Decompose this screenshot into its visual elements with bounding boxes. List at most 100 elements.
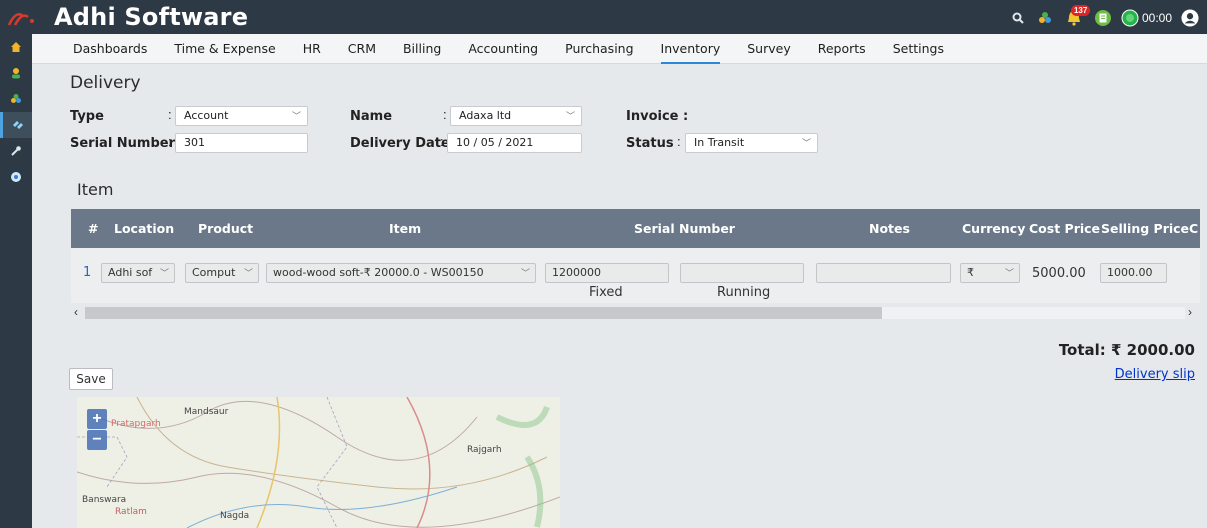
home-icon[interactable] <box>0 34 32 60</box>
user-icon[interactable] <box>0 60 32 86</box>
status-label: Status <box>626 136 674 151</box>
total-amount: Total: ₹ 2000.00 <box>1058 341 1195 359</box>
map-label: Rajgarh <box>467 445 502 455</box>
notification-bell-icon[interactable]: 137 <box>1063 5 1091 27</box>
zoom-in-button[interactable]: + <box>87 409 107 429</box>
top-bar: Adhi Software 137 00:00 <box>0 0 1207 34</box>
map-view[interactable]: + − Mandsaur Pratapgarh Rajgarh Banswara… <box>77 397 560 528</box>
nav-billing[interactable]: Billing <box>403 34 441 64</box>
name-select[interactable]: Adaxa ltd ﹀ <box>450 106 582 126</box>
brand-logo-icon <box>7 13 34 26</box>
status-select[interactable]: In Transit ﹀ <box>685 133 818 153</box>
nav-hr[interactable]: HR <box>303 34 321 64</box>
location-value: Adhi sof <box>108 266 153 279</box>
selling-price-input[interactable]: 1000.00 <box>1100 263 1167 283</box>
serial-running-input[interactable] <box>680 263 804 283</box>
currency-select[interactable]: ₹ ﹀ <box>960 263 1020 283</box>
nav-time-expense[interactable]: Time & Expense <box>174 34 275 64</box>
delivery-slip-link[interactable]: Delivery slip <box>1115 367 1195 382</box>
scroll-thumb[interactable] <box>85 307 882 319</box>
timer-icon <box>1121 9 1139 27</box>
col-header-location: Location <box>114 221 175 236</box>
item-section-title: Item <box>77 180 114 199</box>
map-label: Nagda <box>220 511 250 521</box>
col-header-product: Product <box>198 221 254 236</box>
nav-purchasing[interactable]: Purchasing <box>565 34 633 64</box>
map-label: Mandsaur <box>184 407 229 417</box>
invoice-label: Invoice : <box>626 109 689 124</box>
item-select[interactable]: wood-wood soft-₹ 20000.0 - WS00150 ﹀ <box>266 263 536 283</box>
type-select[interactable]: Account ﹀ <box>175 106 308 126</box>
nav-dashboards[interactable]: Dashboards <box>73 34 147 64</box>
col-header-serial-number: Serial Number <box>634 221 735 236</box>
colon: : <box>168 107 172 122</box>
col-header-notes: Notes <box>869 221 910 236</box>
inventory-icon[interactable] <box>0 112 32 138</box>
map-label: Banswara <box>82 495 127 505</box>
scroll-right-icon[interactable]: › <box>1188 305 1192 319</box>
nav-crm[interactable]: CRM <box>348 34 376 64</box>
scroll-left-icon[interactable]: ‹ <box>74 305 78 319</box>
fixed-label: Fixed <box>589 285 623 300</box>
col-header-selling-price: Selling Price <box>1101 221 1190 236</box>
row-number: 1 <box>83 265 92 280</box>
colon: : <box>440 134 444 149</box>
apps-icon[interactable] <box>1036 9 1054 27</box>
nav-accounting[interactable]: Accounting <box>468 34 538 64</box>
delivery-date-label: Delivery Date <box>350 136 450 151</box>
running-label: Running <box>717 285 771 300</box>
col-header-number: # <box>88 221 99 236</box>
task-icon[interactable] <box>1094 9 1112 27</box>
col-header-item: Item <box>389 221 422 236</box>
colon: : <box>443 107 447 122</box>
chevron-down-icon: ﹀ <box>565 112 575 122</box>
col-header-cost-price: Cost Price <box>1029 221 1101 236</box>
chevron-down-icon: ﹀ <box>518 267 530 281</box>
product-value: Comput <box>192 266 236 279</box>
table-horizontal-scrollbar[interactable]: ‹ › <box>71 303 1200 323</box>
wrench-icon[interactable] <box>0 138 32 164</box>
name-label: Name <box>350 109 393 124</box>
save-button[interactable]: Save <box>69 368 113 390</box>
chevron-down-icon: ﹀ <box>241 267 253 281</box>
serial-number-input[interactable]: 301 <box>175 133 308 153</box>
table-row: 1 Adhi sof ﹀ Comput ﹀ wood-wood soft-₹ 2… <box>71 248 1200 303</box>
map-label: Pratapgarh <box>111 419 161 429</box>
left-rail <box>0 34 32 528</box>
items-table-header: # Location Product Item Serial Number No… <box>71 209 1200 248</box>
col-header-truncated: C <box>1189 221 1199 236</box>
search-icon[interactable] <box>1009 9 1027 27</box>
colon: : <box>168 134 172 149</box>
serial-fixed-input[interactable]: 1200000 <box>545 263 669 283</box>
map-label: Ratlam <box>115 507 147 517</box>
page-title: Delivery <box>70 73 141 93</box>
chevron-down-icon: ﹀ <box>801 139 811 149</box>
status-value: In Transit <box>694 136 745 149</box>
notes-input[interactable] <box>816 263 951 283</box>
modules-icon[interactable] <box>0 86 32 112</box>
name-value: Adaxa ltd <box>459 109 512 122</box>
nav-inventory[interactable]: Inventory <box>660 34 721 64</box>
chevron-down-icon: ﹀ <box>291 112 301 122</box>
location-select[interactable]: Adhi sof ﹀ <box>101 263 175 283</box>
colon: : <box>677 134 681 149</box>
col-header-currency: Currency <box>962 221 1026 236</box>
help-icon[interactable] <box>0 164 32 190</box>
timer-value: 00:00 <box>1141 11 1172 25</box>
nav-reports[interactable]: Reports <box>818 34 866 64</box>
product-select[interactable]: Comput ﹀ <box>185 263 259 283</box>
cost-price-value: 5000.00 <box>1032 266 1086 281</box>
chevron-down-icon: ﹀ <box>1002 267 1014 281</box>
zoom-out-button[interactable]: − <box>87 430 107 450</box>
map-roads-layer <box>77 397 560 528</box>
serial-number-label: Serial Number <box>70 136 176 151</box>
app-title: Adhi Software <box>54 3 249 31</box>
nav-settings[interactable]: Settings <box>893 34 944 64</box>
user-avatar-icon[interactable] <box>1181 9 1199 27</box>
main-nav: Dashboards Time & Expense HR CRM Billing… <box>32 34 1207 64</box>
item-value: wood-wood soft-₹ 20000.0 - WS00150 <box>273 266 484 279</box>
type-value: Account <box>184 109 229 122</box>
timer-widget[interactable]: 00:00 <box>1121 9 1172 27</box>
nav-survey[interactable]: Survey <box>747 34 790 64</box>
delivery-date-input[interactable]: 10 / 05 / 2021 <box>447 133 582 153</box>
